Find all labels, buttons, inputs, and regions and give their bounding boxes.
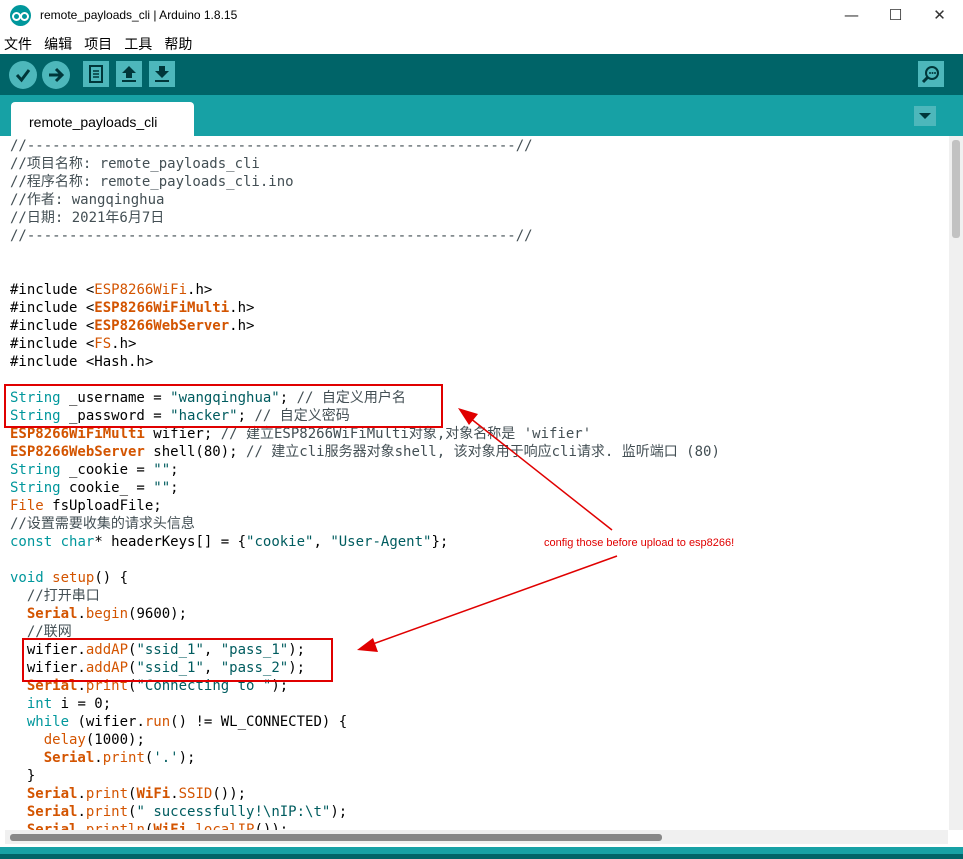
arrow-down-line — [369, 555, 618, 646]
arrow-down-head — [357, 638, 378, 652]
arrow-up-line — [469, 417, 613, 531]
annotation-arrows — [357, 408, 618, 652]
